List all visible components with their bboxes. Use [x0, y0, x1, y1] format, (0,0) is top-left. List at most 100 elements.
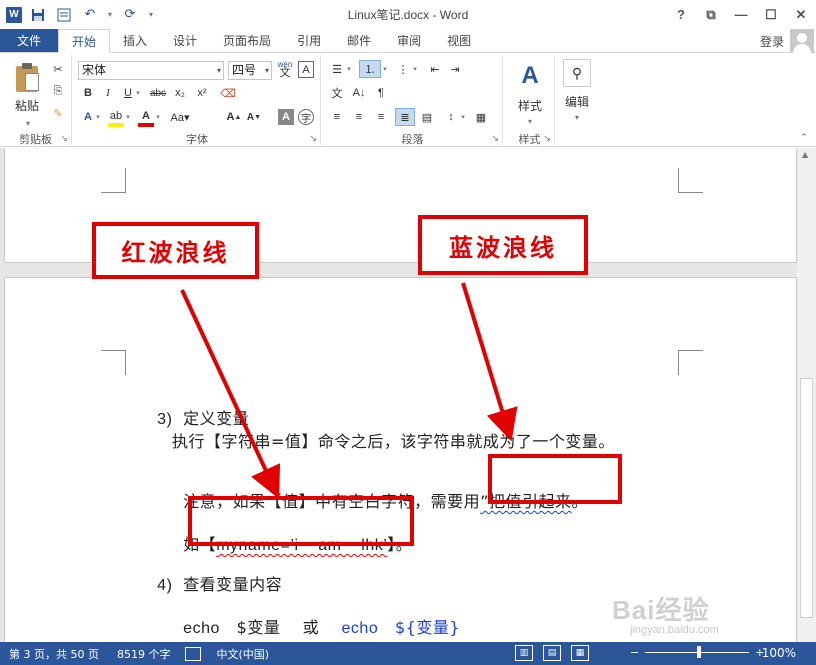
scroll-up-icon[interactable]: ▲	[802, 150, 808, 159]
distributed-icon[interactable]: ▤	[419, 109, 435, 125]
read-mode-icon[interactable]: ▥	[515, 645, 533, 661]
numbering-dropdown-icon[interactable]: ▾	[381, 61, 389, 77]
undo-icon[interactable]: ↶	[80, 6, 100, 24]
word-app-icon[interactable]: W	[6, 6, 22, 23]
login-link[interactable]: 登录	[760, 33, 784, 50]
chinese-layout-icon[interactable]: 文	[329, 85, 345, 101]
line-spacing-dropdown-icon[interactable]: ▾	[459, 109, 467, 125]
cut-icon[interactable]: ✂	[50, 61, 66, 77]
highlight-icon[interactable]: ab	[108, 109, 124, 127]
show-marks-icon[interactable]: ¶	[373, 85, 389, 101]
tab-insert[interactable]: 插入	[110, 29, 160, 52]
proofing-icon[interactable]	[185, 646, 202, 661]
zoom-out-icon[interactable]: −	[630, 646, 639, 659]
enclose-chars-icon[interactable]: 字	[298, 109, 314, 125]
tab-design[interactable]: 设计	[160, 29, 210, 52]
align-left-icon[interactable]: ≡	[329, 109, 345, 125]
bullets-icon[interactable]: ☰	[329, 61, 345, 77]
tab-page-layout[interactable]: 页面布局	[210, 29, 284, 52]
decrease-indent-icon[interactable]: ⇤	[427, 61, 443, 77]
minimize-button[interactable]: —	[726, 0, 756, 29]
paste-dropdown-icon[interactable]: ▾	[20, 115, 36, 131]
phonetic-guide-icon[interactable]: wén 文	[276, 58, 294, 80]
styles-icon[interactable]: A	[517, 62, 543, 89]
shrink-font-icon[interactable]: A ▼	[246, 109, 262, 125]
paste-icon[interactable]	[14, 63, 40, 93]
font-launcher-icon[interactable]: ↘	[309, 134, 317, 144]
window-controls: ? ⧉ — ☐ ✕	[666, 0, 816, 29]
tab-file[interactable]: 文件	[0, 29, 58, 52]
list-item-4[interactable]: 4) 查看变量内容	[146, 552, 282, 595]
line-spacing-icon[interactable]: ↕	[443, 109, 459, 125]
char-border-icon[interactable]: A	[298, 61, 314, 78]
font-color-icon[interactable]: A	[138, 109, 154, 127]
customize-qat-icon[interactable]: ▾	[146, 6, 156, 24]
change-case-icon[interactable]: Aa▾	[168, 109, 192, 125]
avatar[interactable]	[790, 29, 814, 53]
align-center-icon[interactable]: ≡	[351, 109, 367, 125]
sort-icon[interactable]: A↓	[351, 85, 367, 101]
web-layout-icon[interactable]: ▦	[571, 645, 589, 661]
paste-button[interactable]: 粘贴	[8, 97, 46, 114]
styles-launcher-icon[interactable]: ↘	[543, 134, 551, 144]
justify-icon[interactable]: ≣	[395, 108, 415, 126]
clear-formatting-icon[interactable]: ⌫	[220, 85, 236, 101]
vertical-scrollbar[interactable]: ▲	[797, 148, 816, 642]
clipboard-launcher-icon[interactable]: ↘	[60, 134, 68, 144]
new-document-icon[interactable]	[54, 6, 74, 24]
char-shading-icon[interactable]: A	[278, 109, 294, 125]
bold-button[interactable]: B	[80, 85, 96, 101]
close-button[interactable]: ✕	[786, 0, 816, 29]
bullets-dropdown-icon[interactable]: ▾	[345, 61, 353, 77]
copy-icon[interactable]: ⎘	[50, 83, 66, 99]
styles-button[interactable]: 样式	[509, 97, 551, 114]
strikethrough-button[interactable]: abc	[148, 85, 168, 101]
borders-icon[interactable]: ▦	[473, 109, 489, 125]
page-current[interactable]	[4, 277, 797, 642]
styles-dropdown-icon[interactable]: ▾	[522, 113, 538, 129]
red-wavy-callout: 红波浪线	[92, 222, 259, 279]
list-item-3[interactable]: 3) 定义变量	[146, 386, 249, 429]
tab-references[interactable]: 引用	[284, 29, 334, 52]
doc-code-line[interactable]: echo $变量 或 echo ${变量}	[172, 595, 460, 638]
increase-indent-icon[interactable]: ⇥	[447, 61, 463, 77]
underline-dropdown-icon[interactable]: ▾	[134, 85, 142, 101]
doc-paragraph-1[interactable]: 执行【字符串=值】命令之后，该字符串就成为了一个变量。	[172, 428, 615, 452]
grow-font-icon[interactable]: A ▲	[226, 109, 242, 125]
language-status[interactable]: 中文(中国)	[207, 646, 278, 662]
zoom-slider[interactable]: − +	[630, 646, 764, 659]
collapse-ribbon-icon[interactable]: ⌃	[796, 129, 812, 145]
text-effects-dropdown-icon[interactable]: ▾	[94, 109, 102, 125]
print-layout-icon[interactable]: ▤	[543, 645, 561, 661]
maximize-button[interactable]: ☐	[756, 0, 786, 29]
tab-home[interactable]: 开始	[58, 29, 111, 53]
help-button[interactable]: ?	[666, 0, 696, 29]
highlight-dropdown-icon[interactable]: ▾	[124, 109, 132, 125]
font-color-dropdown-icon[interactable]: ▾	[154, 109, 162, 125]
align-right-icon[interactable]: ≡	[373, 109, 389, 125]
superscript-button[interactable]: x²	[194, 85, 210, 101]
format-painter-qat-icon[interactable]: ⟳	[120, 6, 140, 24]
scroll-thumb[interactable]	[800, 378, 813, 618]
paragraph-launcher-icon[interactable]: ↘	[491, 134, 499, 144]
tab-mailings[interactable]: 邮件	[334, 29, 384, 52]
italic-button[interactable]: I	[100, 85, 116, 101]
save-icon[interactable]	[28, 6, 48, 24]
font-name-select[interactable]: 宋体 ▾	[78, 61, 224, 80]
multilevel-list-icon[interactable]: ⋮	[395, 61, 411, 77]
tab-review[interactable]: 审阅	[384, 29, 434, 52]
subscript-button[interactable]: x₂	[172, 85, 188, 101]
word-count-status[interactable]: 8519 个字	[108, 646, 180, 662]
ribbon-display-button[interactable]: ⧉	[696, 0, 726, 29]
editing-dropdown-icon[interactable]: ▾	[569, 109, 585, 125]
numbering-icon[interactable]: ⒈	[359, 60, 381, 78]
font-size-select[interactable]: 四号 ▾	[228, 61, 272, 80]
format-painter-icon[interactable]: ✎	[50, 105, 66, 121]
multilevel-dropdown-icon[interactable]: ▾	[411, 61, 419, 77]
undo-dropdown-icon[interactable]: ▾	[106, 6, 114, 24]
editing-button[interactable]: 编辑	[557, 93, 597, 110]
zoom-percent[interactable]: 100%	[762, 646, 796, 660]
page-count-status[interactable]: 第 3 页，共 50 页	[0, 646, 108, 662]
tab-view[interactable]: 视图	[434, 29, 484, 52]
binoculars-icon[interactable]: ⚲	[563, 59, 591, 87]
